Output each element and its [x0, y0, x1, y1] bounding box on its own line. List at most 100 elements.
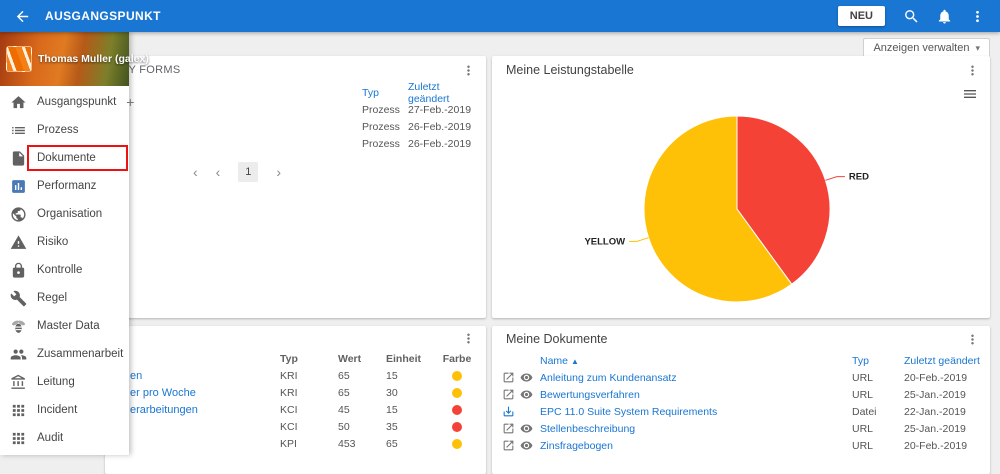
document-link[interactable]: Anleitung zum Kundenansatz	[540, 372, 852, 384]
sidebar-item-label: Ausgangspunkt	[37, 96, 117, 108]
eye-icon[interactable]	[520, 371, 533, 384]
column-header-date[interactable]: Zuletzt geändert	[408, 81, 480, 105]
sidebar-item-leitung[interactable]: Leitung	[0, 368, 129, 396]
sidebar-item-label: Dokumente	[37, 152, 96, 164]
bee-icon	[10, 318, 27, 335]
eye-icon[interactable]	[520, 422, 533, 435]
metric-einheit: 15	[386, 369, 398, 382]
document-typ: URL	[852, 388, 874, 401]
open-in-new-icon[interactable]	[502, 388, 515, 401]
sidebar-item-regel[interactable]: Regel	[0, 284, 129, 312]
metric-typ: KRI	[280, 369, 298, 382]
documents-table-body: Anleitung zum Kundenansatz URL 20-Feb.-2…	[492, 369, 990, 454]
metric-link[interactable]: erarbeitungen	[105, 404, 280, 416]
caret-down-icon: ▾	[975, 42, 980, 53]
sidebar-item-risiko[interactable]: Risiko	[0, 228, 129, 256]
download-icon[interactable]	[502, 405, 515, 418]
sidebar-item-ausgangspunkt[interactable]: Ausgangspunkt +	[0, 88, 134, 116]
column-header-typ[interactable]: Typ	[852, 355, 904, 367]
table-row: en KRI 65 15	[105, 367, 486, 384]
card-title: Meine Dokumente	[506, 332, 608, 346]
column-header-date[interactable]: Zuletzt geändert	[904, 355, 980, 367]
pie-chart: RED YELLOW	[584, 115, 869, 303]
more-vert-icon[interactable]	[967, 6, 988, 27]
table-row: erarbeitungen KCI 45 15	[105, 401, 486, 418]
open-in-new-icon[interactable]	[502, 422, 515, 435]
metric-wert: 65	[338, 386, 350, 399]
metric-einheit: 65	[386, 437, 398, 450]
card-header: Meine Dokumente	[492, 326, 990, 352]
metric-wert: 65	[338, 369, 350, 382]
column-header-name[interactable]: Name ▲	[540, 355, 852, 367]
sidebar-item-label: Audit	[37, 432, 64, 444]
form-date: 26-Feb.-2019	[408, 137, 472, 150]
document-typ: URL	[852, 422, 874, 435]
back-arrow-icon[interactable]	[12, 6, 33, 27]
sidebar-item-master-data[interactable]: Master Data	[0, 312, 129, 340]
document-link[interactable]: Stellenbeschreibung	[540, 423, 852, 435]
sidebar-item-label: Performanz	[37, 180, 97, 192]
sidebar-item-zusammenarbeit[interactable]: Zusammenarbeit	[0, 340, 129, 368]
sidebar-item-performanz[interactable]: Performanz	[0, 172, 129, 200]
document-date: 25-Jan.-2019	[904, 388, 966, 401]
prev-page-icon[interactable]: ‹	[216, 165, 221, 179]
page-number[interactable]: 1	[238, 162, 259, 182]
table-row: Prozess 26-Feb.-2019	[105, 118, 486, 135]
sidebar-item-audit[interactable]: Audit	[0, 424, 129, 452]
metric-link[interactable]: en	[105, 370, 280, 382]
form-date: 27-Feb.-2019	[408, 103, 472, 116]
home-icon	[10, 94, 27, 111]
topbar-actions: NEU	[837, 6, 988, 27]
app-topbar: AUSGANGSPUNKT NEU	[0, 0, 1000, 32]
sidebar-item-label: Prozess	[37, 124, 79, 136]
document-link[interactable]: EPC 11.0 Suite System Requirements	[540, 406, 852, 418]
sidebar-item-label: Kontrolle	[37, 264, 83, 276]
form-typ: Prozess	[362, 103, 400, 116]
document-date: 25-Jan.-2019	[904, 422, 966, 435]
search-icon[interactable]	[901, 6, 922, 27]
file-icon	[10, 150, 27, 167]
card-menu-icon[interactable]	[459, 61, 478, 80]
next-page-icon[interactable]: ›	[276, 165, 281, 179]
metric-typ: KPI	[280, 437, 297, 450]
metric-einheit: 35	[386, 420, 398, 433]
sidebar-item-label: Incident	[37, 404, 78, 416]
eye-icon[interactable]	[520, 439, 533, 452]
first-page-icon[interactable]: ‹	[193, 165, 198, 179]
user-profile[interactable]: Thomas Muller (galex)	[0, 32, 149, 86]
sidebar-item-organisation[interactable]: Organisation	[0, 200, 129, 228]
column-header-typ[interactable]: Typ	[362, 87, 408, 99]
card-menu-icon[interactable]	[459, 329, 478, 348]
column-header-typ[interactable]: Typ	[280, 353, 338, 365]
open-in-new-icon[interactable]	[502, 371, 515, 384]
column-header-wert[interactable]: Wert	[338, 353, 386, 365]
add-icon[interactable]: +	[126, 95, 134, 109]
sidebar-item-prozess[interactable]: Prozess	[0, 116, 129, 144]
column-header-farbe[interactable]: Farbe	[434, 353, 480, 365]
table-row: KCI 50 35	[105, 418, 486, 435]
sidebar-item-label: Organisation	[37, 208, 103, 220]
pie-label-connector	[629, 237, 649, 242]
column-header-einheit[interactable]: Einheit	[386, 353, 434, 365]
document-link[interactable]: Zinsfragebogen	[540, 440, 852, 452]
pie-label-connector	[825, 176, 845, 181]
manage-views-button[interactable]: Anzeigen verwalten ▾	[863, 38, 990, 58]
document-date: 20-Feb.-2019	[904, 371, 968, 384]
sidebar-item-incident[interactable]: Incident	[0, 396, 129, 424]
neu-button[interactable]: NEU	[837, 6, 885, 26]
metric-link[interactable]: er pro Woche	[105, 387, 280, 399]
sidebar-item-dokumente[interactable]: Dokumente	[0, 144, 129, 172]
table-row: EPC 11.0 Suite System Requirements Datei…	[492, 403, 990, 420]
notifications-icon[interactable]	[934, 6, 955, 27]
document-link[interactable]: Bewertungsverfahren	[540, 389, 852, 401]
metric-wert: 50	[338, 420, 350, 433]
my-forms-card: MY FORMS Typ Zuletzt geändert Prozess 27…	[105, 56, 486, 318]
metric-wert: 453	[338, 437, 356, 450]
eye-icon[interactable]	[520, 388, 533, 401]
sidebar-item-kontrolle[interactable]: Kontrolle	[0, 256, 129, 284]
sidebar-menu: Ausgangspunkt + Prozess Dokumente Perfor…	[0, 86, 134, 452]
card-menu-icon[interactable]	[963, 330, 982, 349]
open-in-new-icon[interactable]	[502, 439, 515, 452]
sidebar-item-label: Leitung	[37, 376, 75, 388]
status-color-dot	[452, 438, 462, 449]
